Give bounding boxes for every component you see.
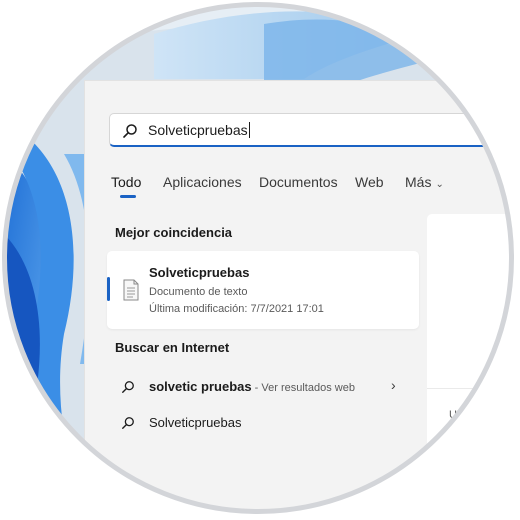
- search-panel: Solveticpruebas Todo Aplicaciones Docume…: [84, 80, 512, 512]
- web-search-heading: Buscar en Internet: [115, 340, 230, 355]
- result-title: Solveticpruebas: [149, 265, 250, 280]
- tab-todo[interactable]: Todo: [111, 174, 141, 190]
- search-icon: [122, 417, 134, 429]
- tab-web[interactable]: Web: [355, 174, 384, 190]
- result-modified: Última modificación: 7/7/2021 17:01: [149, 303, 324, 315]
- best-match-result[interactable]: Solveticpruebas Documento de texto Últim…: [107, 251, 419, 329]
- chevron-down-icon: ⌄: [435, 179, 444, 190]
- tab-mas-label: Más: [405, 174, 432, 190]
- divider: [427, 388, 512, 389]
- search-query: Solveticpruebas: [148, 122, 250, 138]
- text-caret: [248, 122, 250, 138]
- web-result-hint: - Ver resultados web: [251, 382, 355, 394]
- search-icon: [123, 124, 137, 138]
- preview-pane: Ubi: [427, 214, 512, 512]
- tab-documentos[interactable]: Documentos: [259, 174, 338, 190]
- text-document-icon: [123, 279, 139, 301]
- tab-aplicaciones[interactable]: Aplicaciones: [163, 174, 242, 190]
- screenshot-circle: Solveticpruebas Todo Aplicaciones Docume…: [4, 4, 512, 512]
- chevron-right-icon[interactable]: ›: [391, 377, 396, 393]
- search-icon: [122, 381, 134, 393]
- web-result-query: solvetic pruebas: [149, 379, 252, 394]
- preview-location-label: Ubi: [449, 409, 466, 421]
- search-input[interactable]: Solveticpruebas: [109, 113, 509, 147]
- web-result-text: solvetic pruebas - Ver resultados web: [149, 379, 355, 394]
- selection-indicator: [107, 277, 110, 301]
- result-type: Documento de texto: [149, 286, 248, 298]
- tab-mas[interactable]: Más ⌄: [405, 174, 444, 190]
- web-result-text: Solveticpruebas: [149, 415, 242, 430]
- web-result-row[interactable]: solvetic pruebas - Ver resultados web ›: [107, 371, 407, 403]
- web-result-row[interactable]: Solveticpruebas: [107, 407, 407, 439]
- active-tab-indicator: [120, 195, 136, 198]
- best-match-heading: Mejor coincidencia: [115, 225, 233, 240]
